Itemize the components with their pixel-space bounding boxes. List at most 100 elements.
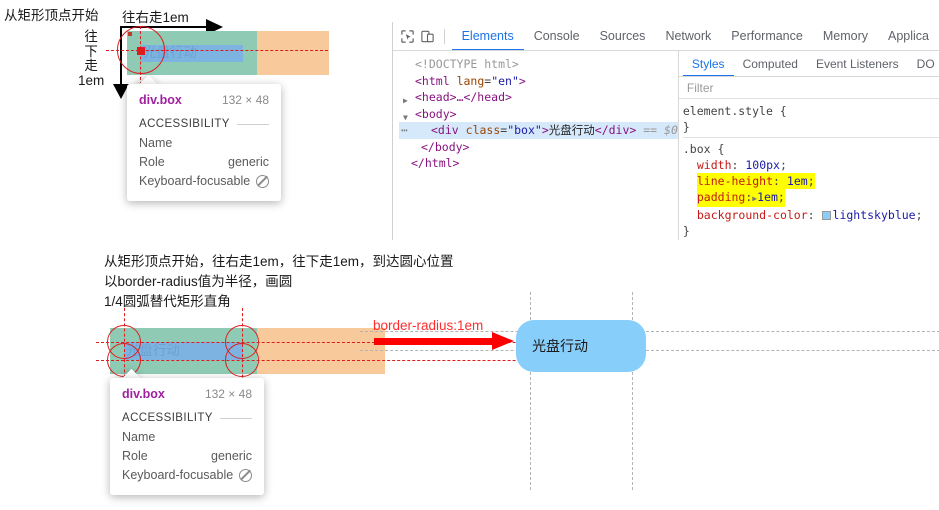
tooltip-row-label: Role <box>139 155 165 169</box>
declaration-value: 1em <box>786 174 808 188</box>
declaration-property: padding <box>696 190 746 204</box>
declaration-padding[interactable]: padding:▶1em; <box>683 189 939 207</box>
radius-circle-bottom-left <box>107 343 141 377</box>
lower-annotation-line2: 以border-radius值为半径，画圆 <box>104 274 293 289</box>
css-rules-pane[interactable]: element.style { } .box { width: 100px; l… <box>679 99 939 239</box>
more-options-icon[interactable]: ⋯ <box>401 122 409 139</box>
tooltip-section-accessibility: ACCESSIBILITY <box>139 118 269 130</box>
tab-sources[interactable]: Sources <box>590 22 656 50</box>
tab-event-listeners[interactable]: Event Listeners <box>807 51 908 76</box>
tab-memory[interactable]: Memory <box>813 22 878 50</box>
tooltip-row-label: Keyboard-focusable <box>122 468 234 482</box>
tab-performance[interactable]: Performance <box>721 22 813 50</box>
declaration-value: 1em <box>757 190 778 204</box>
tab-console[interactable]: Console <box>524 22 590 50</box>
div-attr-value: "box" <box>507 123 542 137</box>
color-swatch-icon[interactable] <box>821 211 831 220</box>
style-filter-input[interactable]: Filter <box>678 77 939 99</box>
div-attr-name: class <box>465 123 501 137</box>
tooltip-section-label: ACCESSIBILITY <box>122 412 213 424</box>
dom-line-body-open[interactable]: ▼ <body> <box>399 106 678 123</box>
declaration-property: width <box>696 158 732 172</box>
annotation-down-char: 往 <box>84 29 98 44</box>
dom-line-head[interactable]: ▶ <head>…</head> <box>399 89 678 106</box>
annotation-down-char: 1em <box>78 72 105 88</box>
annotation-down-char: 走 <box>84 58 98 74</box>
html-attr-name: lang <box>456 73 485 88</box>
dom-line-selected-div[interactable]: ⋯ <div class="box">光盘行动</div> == $0 <box>399 122 678 139</box>
not-focusable-icon <box>239 469 252 482</box>
tooltip-selector: div.box <box>139 93 182 107</box>
tooltip-row-label: Name <box>122 430 156 444</box>
annotation-down-char: 下 <box>84 43 98 59</box>
div-close-tag: </div> <box>594 123 637 137</box>
lower-annotation-line3: 1/4圆弧替代矩形直角 <box>104 294 231 309</box>
not-focusable-icon <box>256 175 269 188</box>
html-close-text: </html> <box>411 156 460 170</box>
annotation-move-down: 往 下 走 1em <box>78 29 105 88</box>
console-ref: == $0 <box>643 123 678 137</box>
declaration-line-height[interactable]: line-height: 1em; <box>683 173 939 189</box>
tooltip-row-label: Keyboard-focusable <box>139 174 251 188</box>
tooltip-section-rule <box>236 123 269 125</box>
tooltip-row-name: Name <box>122 428 252 447</box>
tooltip-dimensions: 132 × 48 <box>204 387 252 401</box>
box-rule-selector: .box { <box>682 142 725 156</box>
radius-circle-bottom-right <box>225 343 259 377</box>
declaration-property: background-color <box>696 208 808 222</box>
circle-center-marker-top <box>137 47 145 55</box>
declaration-width[interactable]: width: 100px; <box>683 157 939 173</box>
devtools-body: <!DOCTYPE html> <html lang="en"> ▶ <head… <box>393 51 939 240</box>
box-rule-block: .box { width: 100px; line-height: 1em; p… <box>683 141 939 239</box>
html-attr-value: "en" <box>491 73 519 88</box>
tab-application[interactable]: Applica <box>878 22 939 50</box>
tooltip-row-keyboard-focusable: Keyboard-focusable <box>122 466 252 485</box>
inspect-element-icon[interactable] <box>398 23 417 49</box>
screenshot-root: 从矩形顶点开始 往右走1em 往 下 走 1em 光盘行动 div.box 13… <box>0 0 939 510</box>
transform-arrow-head-icon <box>492 332 514 350</box>
devtools-panel: Elements Console Sources Network Perform… <box>392 22 939 240</box>
tooltip-section-accessibility: ACCESSIBILITY <box>122 412 252 424</box>
styles-tab-bar: Styles Computed Event Listeners DO <box>678 51 939 77</box>
tooltip-row-value: generic <box>228 155 269 169</box>
dom-line-doctype: <!DOCTYPE html> <box>399 56 678 73</box>
tooltip-section-label: ACCESSIBILITY <box>139 118 230 130</box>
doctype-text: <!DOCTYPE html> <box>415 57 519 71</box>
device-toolbar-icon[interactable] <box>417 23 436 49</box>
tooltip-header: div.box 132 × 48 <box>122 387 252 401</box>
dom-line-body-close: </body> <box>399 139 678 156</box>
tooltip-row-label: Name <box>139 136 173 150</box>
tooltip-dimensions: 132 × 48 <box>221 93 269 107</box>
tab-styles[interactable]: Styles <box>683 51 734 76</box>
dom-tree[interactable]: <!DOCTYPE html> <html lang="en"> ▶ <head… <box>393 51 679 240</box>
result-guide-horizontal-upper <box>360 331 939 332</box>
dom-line-html-open[interactable]: <html lang="en"> <box>399 73 678 90</box>
element-style-block: element.style { } <box>682 103 939 138</box>
tooltip-row-name: Name <box>139 134 269 153</box>
tooltip-pointer-mask-bottom <box>112 378 152 385</box>
div-open-tag: <div <box>431 123 459 137</box>
tooltip-header: div.box 132 × 48 <box>139 93 269 107</box>
body-open-text: <body> <box>415 106 457 121</box>
declaration-property: line-height <box>696 174 774 188</box>
body-close-text: </body> <box>421 139 470 154</box>
tab-dom-breakpoints[interactable]: DO <box>908 51 939 76</box>
tooltip-row-role: Role generic <box>122 447 252 466</box>
declaration-background-color[interactable]: background-color: lightskyblue; <box>683 207 939 223</box>
div-inner-text: 光盘行动 <box>548 123 595 137</box>
annotation-start-point: 从矩形顶点开始 <box>4 8 99 23</box>
result-guide-horizontal-lower <box>360 350 939 351</box>
tooltip-row-keyboard-focusable: Keyboard-focusable <box>139 172 269 191</box>
tooltip-row-label: Role <box>122 449 148 463</box>
declaration-value: 100px <box>745 158 780 172</box>
element-tooltip-bottom: div.box 132 × 48 ACCESSIBILITY Name Role… <box>110 378 264 495</box>
tab-elements[interactable]: Elements <box>452 22 524 50</box>
styles-sidebar: Styles Computed Event Listeners DO Filte… <box>678 51 939 240</box>
tooltip-row-value: generic <box>211 449 252 463</box>
dom-line-html-close: </html> <box>399 155 678 172</box>
tab-computed[interactable]: Computed <box>734 51 807 76</box>
html-open-tag: <html <box>415 73 450 88</box>
toolbar-divider <box>443 28 445 44</box>
tab-network[interactable]: Network <box>655 22 721 50</box>
devtools-toolbar: Elements Console Sources Network Perform… <box>393 22 939 51</box>
